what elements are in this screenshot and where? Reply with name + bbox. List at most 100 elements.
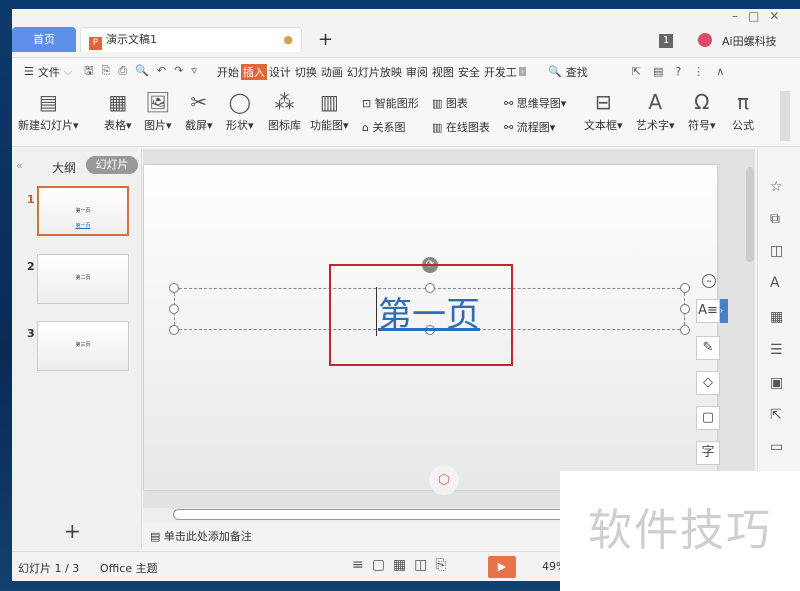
search-button[interactable]: 查找 xyxy=(564,64,590,80)
tab-home[interactable]: 首页 xyxy=(12,27,76,52)
label: 图表 xyxy=(445,97,468,110)
online-chart-button[interactable]: ▥ 在线图表 xyxy=(432,119,490,135)
right-menu-icons[interactable]: ⇱▤?⋮∧ xyxy=(630,65,739,78)
image-icon[interactable]: ▣ xyxy=(770,375,783,391)
menu-scroll-right[interactable]: › xyxy=(518,67,527,76)
shape-icon: ◯ xyxy=(228,90,251,114)
label: 在线图表 xyxy=(445,121,490,134)
file-menu[interactable]: 文件 xyxy=(36,64,62,80)
copy-icon[interactable]: ⧉ xyxy=(770,211,780,227)
tab-outline[interactable]: 大纲 xyxy=(52,159,76,176)
thumb-subtitle: 第一页 xyxy=(75,223,91,229)
avatar[interactable] xyxy=(698,33,712,47)
menu-view[interactable]: 视图 xyxy=(430,64,456,80)
label: 公式 xyxy=(732,119,754,132)
function-chart-button[interactable]: ▥ 功能图▾ xyxy=(310,87,349,133)
add-slide-button[interactable]: + xyxy=(64,519,81,543)
slide-thumbnail-2[interactable]: 第二页 xyxy=(37,254,129,304)
quick-access-icons[interactable]: 🖫⎘⎙🔍↶↷▿ xyxy=(82,62,207,81)
wordart-button[interactable]: A 艺术字▾ xyxy=(636,87,675,133)
menu-slideshow[interactable]: 幻灯片放映 xyxy=(345,64,404,80)
table-button[interactable]: ▦ 表格▾ xyxy=(104,87,132,133)
notification-badge[interactable]: 1 xyxy=(659,34,673,48)
resize-handle[interactable] xyxy=(169,325,179,335)
user-name[interactable]: Ai田螺科技 xyxy=(722,33,777,49)
tab-document[interactable]: P 演示文稿1 ● xyxy=(80,27,302,52)
flowchart-button[interactable]: ⚯ 流程图▾ xyxy=(504,119,555,135)
menu-insert[interactable]: 插入 xyxy=(240,63,267,80)
pen-button[interactable]: ✎ xyxy=(696,336,720,360)
smart-art-button[interactable]: ⊡ 智能图形 xyxy=(362,95,419,111)
label: 文本框 xyxy=(584,119,617,132)
chevron-down-icon[interactable]: ⌵ xyxy=(62,65,74,79)
assistant-icon[interactable]: ⬡ xyxy=(429,465,459,495)
textbox-button[interactable]: ⊟ 文本框▾ xyxy=(584,87,623,133)
slide-thumbnail-3[interactable]: 第三页 xyxy=(37,321,129,371)
menu-animation[interactable]: 动画 xyxy=(319,64,345,80)
share-icon[interactable]: ⇱ xyxy=(770,407,782,423)
sliders-icon[interactable]: ☰ xyxy=(770,342,783,358)
shapes-icon[interactable]: ◫ xyxy=(770,243,783,259)
thumb-title: 第二页 xyxy=(75,275,91,281)
symbol-button[interactable]: Ω 符号▾ xyxy=(688,87,716,133)
resize-handle[interactable] xyxy=(680,283,690,293)
chart-button[interactable]: ▥ 图表 xyxy=(432,95,468,111)
relation-button[interactable]: ⌂ 关系图 xyxy=(362,119,405,135)
resize-handle[interactable] xyxy=(680,325,690,335)
notes-placeholder: 单击此处添加备注 xyxy=(163,530,252,543)
minus-icon[interactable]: – xyxy=(702,274,716,288)
formula-button[interactable]: π 公式 xyxy=(732,87,754,133)
grid-icon[interactable]: ▦ xyxy=(770,309,783,325)
horizontal-scrollbar[interactable] xyxy=(143,508,573,522)
fill-button[interactable]: ◇ xyxy=(696,371,720,395)
label: 智能图形 xyxy=(374,97,419,110)
menu-review[interactable]: 审阅 xyxy=(404,64,430,80)
tab-slides[interactable]: 幻灯片 xyxy=(86,156,138,174)
menu-transition[interactable]: 切换 xyxy=(293,64,319,80)
new-slide-button[interactable]: ▤ 新建幻灯片▾ xyxy=(18,87,79,133)
slide-number: 3 xyxy=(27,327,35,340)
label: 图标库 xyxy=(268,119,301,132)
view-buttons[interactable]: ≡▢▦◫⎘ xyxy=(352,557,455,573)
play-icon[interactable]: ▶ xyxy=(488,556,516,578)
mindmap-button[interactable]: ⚯ 思维导图▾ xyxy=(504,95,566,111)
expand-icon[interactable]: › xyxy=(720,299,728,323)
new-tab-button[interactable]: + xyxy=(318,27,333,52)
watermark: 软件技巧 xyxy=(560,471,800,591)
notes-area[interactable]: ▤ 单击此处添加备注 xyxy=(150,528,252,544)
picture-icon: 🖼 xyxy=(145,90,171,114)
text-format-button[interactable]: A≡ xyxy=(696,299,720,323)
picture-button[interactable]: 🖼 图片▾ xyxy=(144,87,172,133)
slide-canvas[interactable]: ⟳ 第一页 ⬡ xyxy=(144,165,717,495)
collapse-icon[interactable]: « xyxy=(16,159,23,172)
menu-developer[interactable]: 开发工 xyxy=(482,64,519,80)
star-icon[interactable]: ☆ xyxy=(770,179,783,195)
notes-icon: ▤ xyxy=(150,530,164,543)
label: 艺术字 xyxy=(636,119,669,132)
shape-button[interactable]: ◯ 形状▾ xyxy=(226,87,254,133)
archive-icon[interactable]: ▭ xyxy=(770,439,783,455)
theme-name[interactable]: Office 主题 xyxy=(100,560,158,576)
label: 图片 xyxy=(144,119,166,132)
resize-handle[interactable] xyxy=(169,283,179,293)
menu-security[interactable]: 安全 xyxy=(456,64,482,80)
presentation-icon: P xyxy=(89,37,102,50)
resize-handle[interactable] xyxy=(680,304,690,314)
label: 功能图 xyxy=(310,119,343,132)
screenshot-button[interactable]: ✂ 截屏▾ xyxy=(185,87,213,133)
slide-thumbnail-1[interactable]: 第一页 第一页 xyxy=(37,186,129,236)
outline-button[interactable]: ▢ xyxy=(696,406,720,430)
menu-start[interactable]: 开始 xyxy=(215,64,241,80)
wordart-icon[interactable]: A xyxy=(770,275,780,291)
label: 思维导图 xyxy=(516,97,561,110)
search-icon[interactable]: 🔍 xyxy=(546,65,564,78)
resize-handle[interactable] xyxy=(169,304,179,314)
slide-title-text[interactable]: 第一页 xyxy=(376,287,480,336)
icon-library-button[interactable]: ⁂ 图标库 xyxy=(268,87,301,133)
font-button[interactable]: 字 xyxy=(696,441,720,465)
vertical-scrollbar[interactable] xyxy=(746,167,754,262)
ribbon-scroll[interactable] xyxy=(780,91,790,141)
hamburger-icon[interactable]: ☰ xyxy=(22,65,36,78)
window-controls[interactable]: –□✕ xyxy=(732,9,789,23)
menu-design[interactable]: 设计 xyxy=(267,64,293,80)
